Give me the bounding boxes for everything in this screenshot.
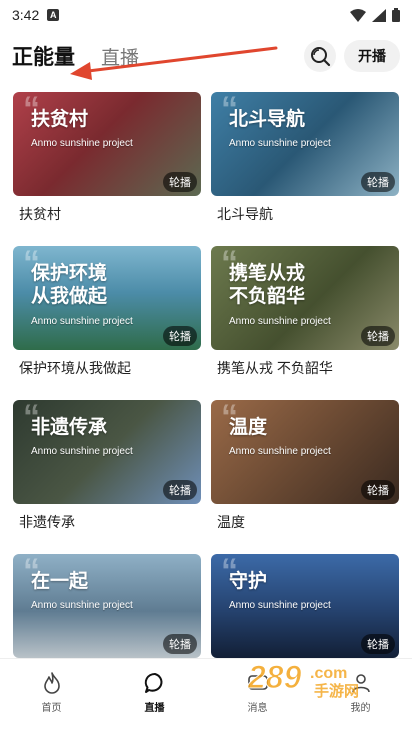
- thumbnail-subtitle: Anmo sunshine project: [31, 600, 133, 611]
- carousel-badge: 轮播: [361, 326, 395, 346]
- video-title[interactable]: 携笔从戎 不负韶华: [211, 358, 399, 378]
- video-thumbnail[interactable]: “ 非遗传承 Anmo sunshine project 轮播: [13, 400, 201, 504]
- carousel-badge: 轮播: [361, 480, 395, 500]
- message-icon: [247, 675, 268, 690]
- video-thumbnail[interactable]: “ 守护 Anmo sunshine project 轮播: [211, 554, 399, 658]
- thumbnail-title: 扶贫村: [31, 109, 89, 130]
- video-card[interactable]: “ 守护 Anmo sunshine project 轮播: [211, 554, 399, 658]
- video-card[interactable]: “ 在一起 Anmo sunshine project 轮播: [13, 554, 201, 658]
- video-title[interactable]: 保护环境从我做起: [13, 358, 201, 378]
- video-card[interactable]: “ 携笔从戎 不负韶华 Anmo sunshine project 轮播 携笔从…: [211, 246, 399, 378]
- nav-messages[interactable]: 消息: [206, 659, 309, 732]
- video-card[interactable]: “ 保护环境 从我做起 Anmo sunshine project 轮播 保护环…: [13, 246, 201, 378]
- nav-messages-label: 消息: [247, 703, 268, 714]
- nav-live-label: 直播: [144, 703, 165, 714]
- video-thumbnail[interactable]: “ 携笔从戎 不负韶华 Anmo sunshine project 轮播: [211, 246, 399, 350]
- carousel-badge: 轮播: [361, 172, 395, 192]
- video-title[interactable]: 温度: [211, 512, 399, 532]
- video-thumbnail[interactable]: “ 保护环境 从我做起 Anmo sunshine project 轮播: [13, 246, 201, 350]
- thumbnail-subtitle: Anmo sunshine project: [229, 316, 331, 327]
- battery-icon: [392, 8, 400, 22]
- tab-live[interactable]: 直播: [101, 43, 139, 70]
- wifi-icon: [350, 8, 366, 22]
- video-thumbnail[interactable]: “ 北斗导航 Anmo sunshine project 轮播: [211, 92, 399, 196]
- video-card[interactable]: “ 扶贫村 Anmo sunshine project 轮播 扶贫村: [13, 92, 201, 224]
- video-card[interactable]: “ 温度 Anmo sunshine project 轮播 温度: [211, 400, 399, 532]
- video-grid: “ 扶贫村 Anmo sunshine project 轮播 扶贫村 “ 北斗导…: [0, 80, 412, 658]
- chat-bubble-icon: [144, 672, 162, 693]
- video-title[interactable]: 北斗导航: [211, 204, 399, 224]
- nav-home[interactable]: 首页: [0, 659, 103, 732]
- tab-positive-energy[interactable]: 正能量: [12, 41, 75, 71]
- video-card[interactable]: “ 非遗传承 Anmo sunshine project 轮播 非遗传承: [13, 400, 201, 532]
- search-button[interactable]: [304, 40, 336, 72]
- video-thumbnail[interactable]: “ 在一起 Anmo sunshine project 轮播: [13, 554, 201, 658]
- status-time: 3:42: [12, 7, 40, 23]
- thumbnail-title: 在一起: [31, 571, 89, 592]
- video-title[interactable]: 扶贫村: [13, 204, 201, 224]
- carousel-badge: 轮播: [163, 172, 197, 192]
- nav-home-label: 首页: [41, 703, 62, 714]
- video-card[interactable]: “ 北斗导航 Anmo sunshine project 轮播 北斗导航: [211, 92, 399, 224]
- thumbnail-title: 保护环境 从我做起: [31, 263, 108, 307]
- nav-profile[interactable]: 我的: [309, 659, 412, 732]
- top-bar: 正能量 直播 开播: [0, 34, 412, 78]
- bottom-nav: 首页 直播 消息 我的: [0, 658, 412, 732]
- status-bar: 3:42 A: [0, 0, 412, 30]
- thumbnail-title: 携笔从戎 不负韶华: [229, 263, 306, 307]
- thumbnail-title: 非遗传承: [31, 417, 108, 438]
- thumbnail-subtitle: Anmo sunshine project: [229, 446, 331, 457]
- nav-profile-label: 我的: [350, 703, 371, 714]
- status-icons: [350, 8, 400, 22]
- thumbnail-title: 温度: [229, 417, 268, 438]
- search-icon: [311, 47, 331, 67]
- carousel-badge: 轮播: [163, 326, 197, 346]
- thumbnail-subtitle: Anmo sunshine project: [229, 138, 331, 149]
- nav-live[interactable]: 直播: [103, 659, 206, 732]
- signal-icon: [372, 8, 386, 22]
- thumbnail-subtitle: Anmo sunshine project: [31, 138, 133, 149]
- flame-icon: [43, 672, 60, 694]
- profile-icon: [351, 674, 370, 693]
- start-live-button[interactable]: 开播: [344, 40, 400, 72]
- video-thumbnail[interactable]: “ 温度 Anmo sunshine project 轮播: [211, 400, 399, 504]
- carousel-badge: 轮播: [361, 634, 395, 654]
- carousel-badge: 轮播: [163, 480, 197, 500]
- notification-icon: A: [47, 9, 60, 21]
- video-thumbnail[interactable]: “ 扶贫村 Anmo sunshine project 轮播: [13, 92, 201, 196]
- thumbnail-subtitle: Anmo sunshine project: [31, 316, 133, 327]
- thumbnail-subtitle: Anmo sunshine project: [229, 600, 331, 611]
- thumbnail-title: 北斗导航: [229, 109, 306, 130]
- carousel-badge: 轮播: [163, 634, 197, 654]
- thumbnail-title: 守护: [229, 571, 268, 592]
- video-title[interactable]: 非遗传承: [13, 512, 201, 532]
- thumbnail-subtitle: Anmo sunshine project: [31, 446, 133, 457]
